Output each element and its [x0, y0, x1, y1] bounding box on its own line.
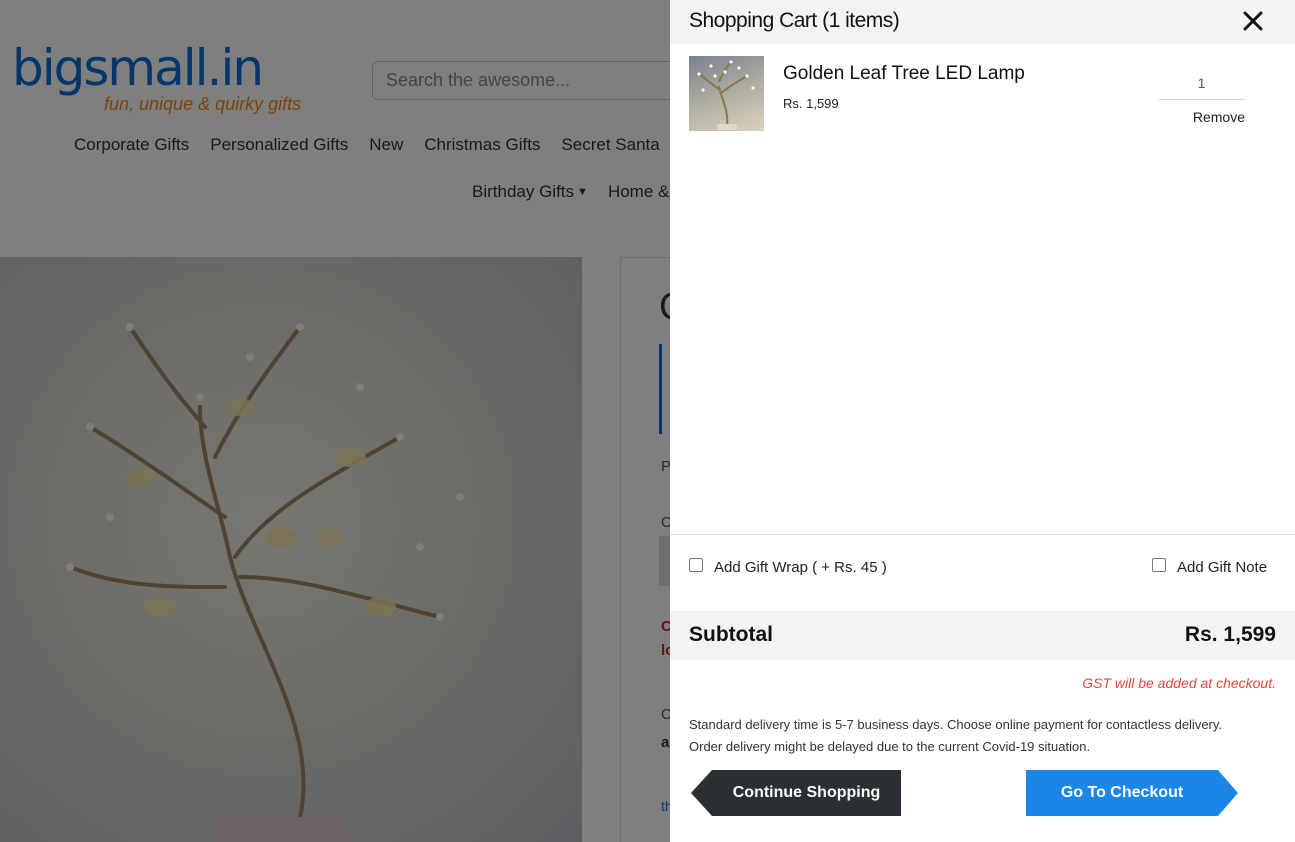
gift-note-label[interactable]: Add Gift Note: [1177, 559, 1267, 576]
delivery-note-line-1: Standard delivery time is 5-7 business d…: [689, 717, 1223, 732]
delivery-note: Standard delivery time is 5-7 business d…: [689, 714, 1269, 758]
gift-note-checkbox[interactable]: [1152, 558, 1166, 572]
quantity-input[interactable]: 1: [1158, 66, 1245, 100]
gift-options-row: Add Gift Wrap ( + Rs. 45 ) Add Gift Note: [670, 534, 1295, 611]
subtotal-bar: Subtotal Rs. 1,599: [670, 611, 1295, 660]
gift-wrap-label[interactable]: Add Gift Wrap ( + Rs. 45 ): [714, 559, 887, 576]
close-cart-button[interactable]: [1242, 10, 1264, 32]
subtotal-value: Rs. 1,599: [1184, 623, 1276, 646]
dim-overlay[interactable]: [0, 0, 670, 842]
delivery-note-line-2: Order delivery might be delayed due to t…: [689, 739, 1091, 754]
shopping-cart-drawer: Shopping Cart (1 items) Golden Leaf Tree…: [670, 0, 1295, 842]
close-icon: [1243, 11, 1263, 31]
cart-item: Golden Leaf Tree LED Lamp Rs. 1,599 1 Re…: [670, 44, 1295, 144]
cart-item-thumbnail[interactable]: [689, 56, 764, 131]
go-to-checkout-button[interactable]: Go To Checkout: [1026, 770, 1238, 816]
cart-item-price: Rs. 1,599: [783, 96, 839, 111]
gst-note: GST will be added at checkout.: [1082, 675, 1276, 691]
cart-title: Shopping Cart (1 items): [689, 9, 900, 32]
subtotal-label: Subtotal: [689, 623, 773, 646]
cart-header: Shopping Cart (1 items): [670, 0, 1295, 44]
remove-item-link[interactable]: Remove: [1158, 109, 1245, 125]
gift-wrap-checkbox[interactable]: [689, 558, 703, 572]
continue-shopping-button[interactable]: Continue Shopping: [691, 770, 901, 816]
tree-lamp-thumb-icon: [697, 60, 755, 130]
cart-item-name[interactable]: Golden Leaf Tree LED Lamp: [783, 63, 1025, 85]
